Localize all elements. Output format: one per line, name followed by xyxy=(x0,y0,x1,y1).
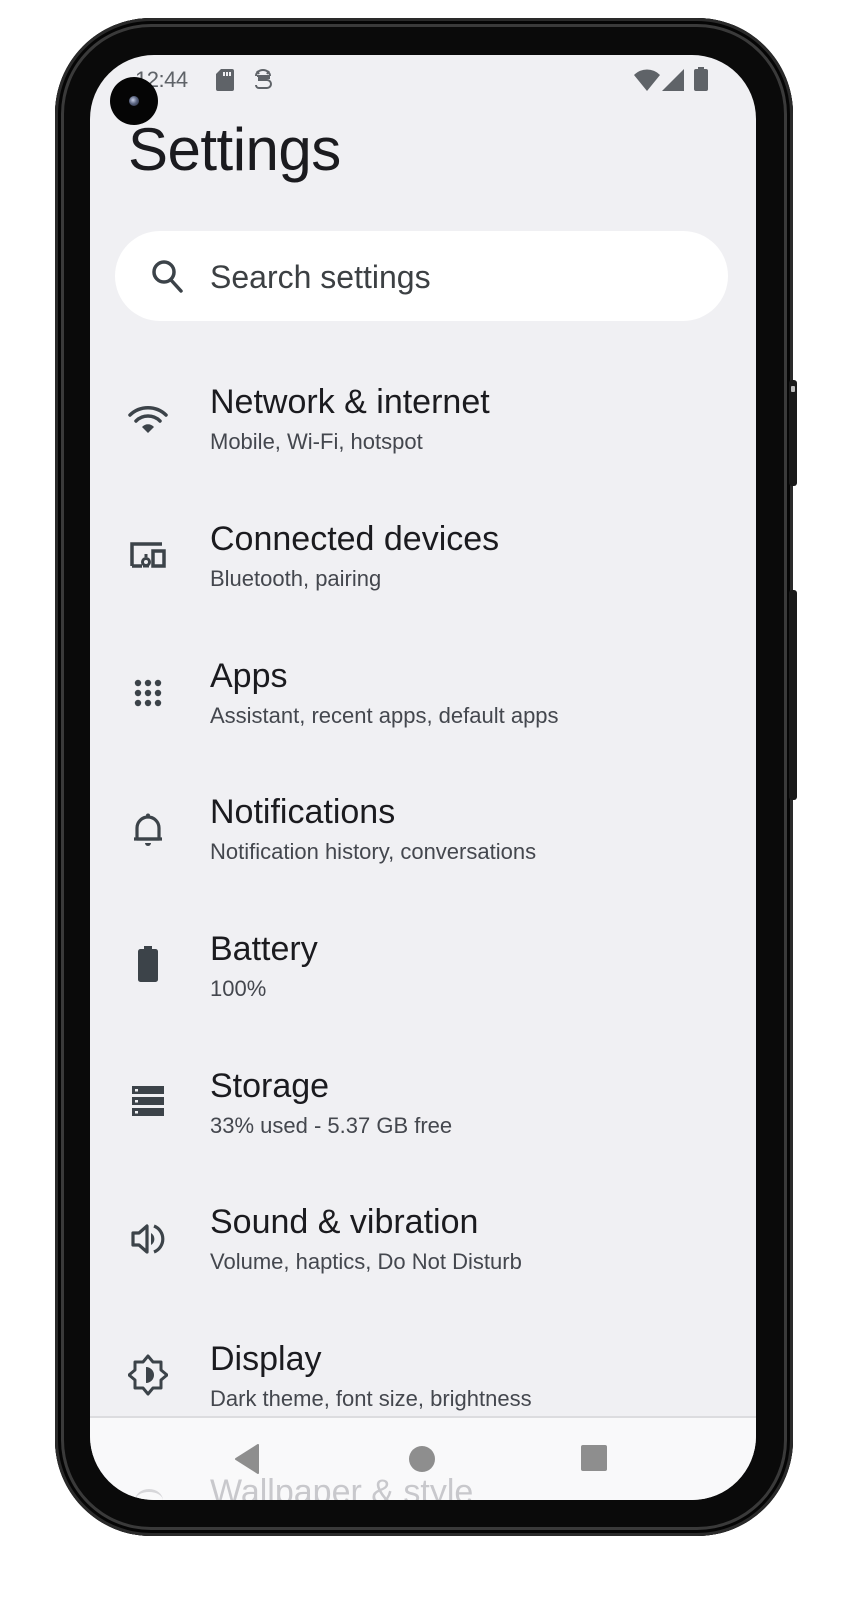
item-label: Connected devices xyxy=(210,520,500,558)
item-summary: 33% used - 5.37 GB free xyxy=(210,1113,453,1138)
status-bar: 12:44 xyxy=(90,55,756,105)
settings-item-sound[interactable]: Sound & vibration Volume, haptics, Do No… xyxy=(90,1189,756,1325)
brightness-icon xyxy=(127,1354,169,1396)
settings-item-network[interactable]: Network & internet Mobile, Wi-Fi, hotspo… xyxy=(90,369,756,505)
power-button xyxy=(789,380,797,486)
volume-icon xyxy=(128,1219,168,1259)
search-placeholder: Search settings xyxy=(210,259,431,295)
recents-button[interactable] xyxy=(580,1444,608,1477)
item-label: Sound & vibration xyxy=(210,1203,479,1241)
page-title: Settings xyxy=(128,116,341,183)
bell-icon xyxy=(128,809,168,849)
storage-icon xyxy=(128,1081,168,1121)
item-summary: Notification history, conversations xyxy=(210,839,537,864)
item-summary: Bluetooth, pairing xyxy=(210,566,382,591)
wifi-icon xyxy=(128,401,168,441)
settings-item-notifications[interactable]: Notifications Notification history, conv… xyxy=(90,779,756,915)
settings-item-wallpaper-partial: Wallpaper & style xyxy=(210,1473,474,1500)
item-summary: Dark theme, font size, brightness xyxy=(210,1386,532,1411)
item-summary: Mobile, Wi-Fi, hotspot xyxy=(210,429,423,454)
item-label: Notifications xyxy=(210,793,396,831)
item-label: Display xyxy=(210,1340,322,1378)
apps-grid-icon xyxy=(128,673,168,713)
item-label: Storage xyxy=(210,1067,330,1105)
front-camera xyxy=(110,77,158,125)
settings-item-apps[interactable]: Apps Assistant, recent apps, default app… xyxy=(90,643,756,779)
battery-icon xyxy=(694,67,708,96)
item-label: Apps xyxy=(210,657,288,695)
wifi-signal-icon xyxy=(634,69,660,96)
search-icon xyxy=(150,258,184,299)
battery-icon xyxy=(128,944,168,984)
settings-item-battery[interactable]: Battery 100% xyxy=(90,916,756,1052)
cellular-signal-icon xyxy=(662,69,684,96)
screen: 12:44 Settings Search settings Network &… xyxy=(90,55,756,1500)
sd-card-icon xyxy=(216,69,234,96)
search-bar[interactable]: Search settings xyxy=(115,231,728,321)
item-summary: 100% xyxy=(210,976,267,1001)
item-summary: Volume, haptics, Do Not Disturb xyxy=(210,1249,522,1274)
volume-rocker xyxy=(789,590,797,800)
settings-item-storage[interactable]: Storage 33% used - 5.37 GB free xyxy=(90,1053,756,1189)
debug-android-icon xyxy=(254,68,272,97)
item-label: Network & internet xyxy=(210,383,490,421)
item-label: Battery xyxy=(210,930,318,968)
devices-icon xyxy=(128,536,168,576)
item-summary: Assistant, recent apps, default apps xyxy=(210,703,559,728)
settings-item-connected-devices[interactable]: Connected devices Bluetooth, pairing xyxy=(90,506,756,642)
